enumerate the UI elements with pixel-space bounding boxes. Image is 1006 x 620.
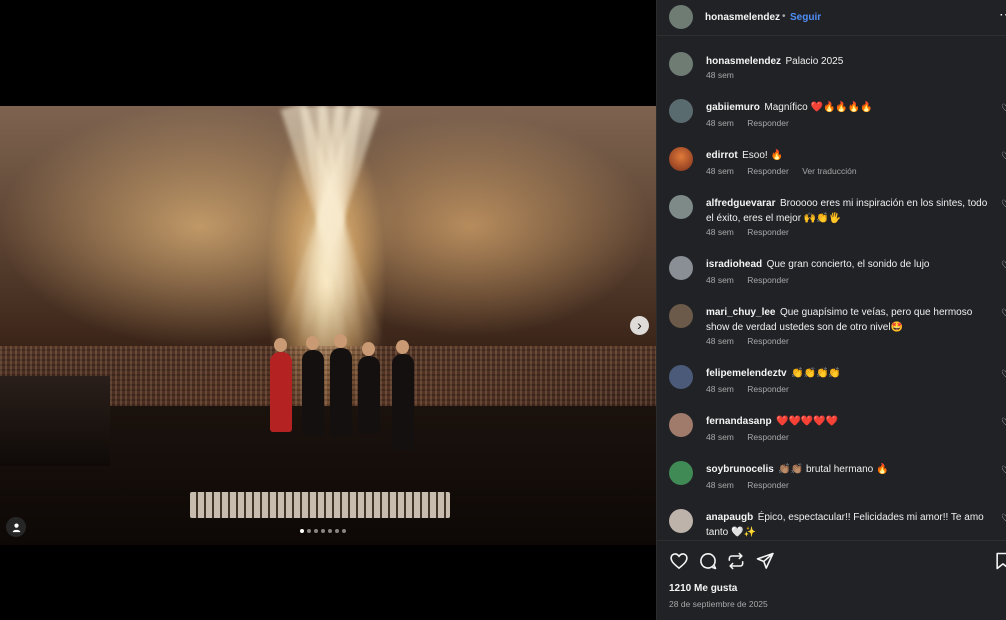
commenter-avatar[interactable] bbox=[669, 509, 693, 533]
heart-icon[interactable]: ♡ bbox=[1001, 309, 1006, 319]
comment-meta: 48 sem Responder bbox=[706, 432, 800, 442]
translate-link[interactable]: Ver traducción bbox=[802, 166, 856, 176]
heart-icon[interactable]: ♡ bbox=[1001, 261, 1006, 271]
caption-username[interactable]: honasmelendez bbox=[706, 56, 781, 67]
comment-meta: 48 sem Responder bbox=[706, 275, 800, 285]
heart-icon[interactable]: ♡ bbox=[1001, 466, 1006, 476]
band-member bbox=[270, 338, 292, 432]
band-member bbox=[392, 340, 414, 450]
likes-count[interactable]: 1210 Me gusta bbox=[669, 583, 737, 594]
comment-username[interactable]: mari_chuy_lee bbox=[706, 307, 776, 318]
post-media: › bbox=[0, 0, 656, 620]
commenter-avatar[interactable] bbox=[669, 365, 693, 389]
comment-time: 48 sem bbox=[706, 480, 734, 490]
carousel-dot bbox=[314, 529, 318, 533]
comment-text: 👏🏽👏🏽 brutal hermano 🔥 bbox=[778, 464, 889, 475]
post-actions: 1210 Me gusta 28 de septiembre de 2025 bbox=[657, 540, 1006, 620]
share-icon[interactable] bbox=[755, 551, 775, 571]
commenter-avatar[interactable] bbox=[669, 461, 693, 485]
commenter-avatar[interactable] bbox=[669, 304, 693, 328]
commenter-avatar[interactable] bbox=[669, 147, 693, 171]
post-header: honasmelendez • Seguir ⋯ bbox=[657, 0, 1006, 36]
post-photo bbox=[0, 106, 656, 545]
carousel-dot bbox=[328, 529, 332, 533]
comment-text: Que gran concierto, el sonido de lujo bbox=[766, 259, 930, 270]
caption-text: Palacio 2025 bbox=[785, 56, 844, 67]
comment-text: 👏👏👏👏 bbox=[791, 368, 841, 379]
heart-icon[interactable]: ♡ bbox=[1001, 514, 1006, 524]
comment-meta: 48 sem Responder Ver traducción bbox=[706, 166, 868, 176]
heart-icon[interactable]: ♡ bbox=[1001, 104, 1006, 114]
reply-link[interactable]: Responder bbox=[747, 227, 789, 237]
comment-text: Magnífico ❤️🔥🔥🔥🔥 bbox=[764, 102, 873, 113]
author-username[interactable]: honasmelendez bbox=[705, 12, 780, 23]
comment-time: 48 sem bbox=[706, 275, 734, 285]
commenter-avatar[interactable] bbox=[669, 195, 693, 219]
keyboard-instrument bbox=[190, 492, 450, 518]
commenter-avatar[interactable] bbox=[669, 99, 693, 123]
band-member bbox=[302, 336, 324, 436]
reply-link[interactable]: Responder bbox=[747, 275, 789, 285]
next-photo-button[interactable]: › bbox=[630, 316, 649, 335]
comment-username[interactable]: isradiohead bbox=[706, 259, 762, 270]
carousel-dot bbox=[335, 529, 339, 533]
comment-username[interactable]: anapaugb bbox=[706, 512, 753, 523]
heart-icon[interactable]: ♡ bbox=[1001, 200, 1006, 210]
author-avatar[interactable] bbox=[669, 52, 693, 76]
commenter-avatar[interactable] bbox=[669, 413, 693, 437]
heart-icon[interactable] bbox=[669, 551, 689, 571]
comment-icon[interactable] bbox=[698, 551, 718, 571]
comment-text: ❤️❤️❤️❤️❤️ bbox=[776, 416, 839, 427]
comment-meta: 48 sem Responder bbox=[706, 336, 800, 346]
reply-link[interactable]: Responder bbox=[747, 118, 789, 128]
comment-time: 48 sem bbox=[706, 118, 734, 128]
post-side-panel: honasmelendez • Seguir ⋯ honasmelendez P… bbox=[656, 0, 1006, 620]
follow-button[interactable]: Seguir bbox=[790, 12, 821, 23]
commenter-avatar[interactable] bbox=[669, 256, 693, 280]
comment-meta: 48 sem Responder bbox=[706, 227, 800, 237]
comment-meta: 48 sem Responder bbox=[706, 118, 800, 128]
more-options-icon[interactable]: ⋯ bbox=[999, 6, 1006, 23]
user-tag-icon bbox=[12, 523, 20, 532]
comment-time: 48 sem bbox=[706, 166, 734, 176]
comment-meta: 48 sem Responder bbox=[706, 384, 800, 394]
caption-meta: 48 sem bbox=[706, 70, 745, 80]
carousel-dot bbox=[300, 529, 304, 533]
carousel-dot bbox=[307, 529, 311, 533]
comment-time: 48 sem bbox=[706, 432, 734, 442]
band-member bbox=[358, 342, 380, 434]
heart-icon[interactable]: ♡ bbox=[1001, 152, 1006, 162]
comment-time: 48 sem bbox=[706, 384, 734, 394]
comment-meta: 48 sem Responder bbox=[706, 480, 800, 490]
equipment-rig bbox=[0, 376, 110, 466]
carousel-indicator bbox=[300, 529, 346, 533]
comment-username[interactable]: soybrunocelis bbox=[706, 464, 774, 475]
bookmark-icon[interactable] bbox=[993, 551, 1006, 571]
comment-username[interactable]: fernandasanp bbox=[706, 416, 772, 427]
heart-icon[interactable]: ♡ bbox=[1001, 370, 1006, 380]
comment-username[interactable]: edirrot bbox=[706, 150, 738, 161]
caption-time: 48 sem bbox=[706, 70, 734, 80]
carousel-dot bbox=[342, 529, 346, 533]
reply-link[interactable]: Responder bbox=[747, 432, 789, 442]
reply-link[interactable]: Responder bbox=[747, 166, 789, 176]
band-member bbox=[330, 334, 352, 436]
heart-icon[interactable]: ♡ bbox=[1001, 418, 1006, 428]
author-avatar[interactable] bbox=[669, 5, 693, 29]
post-date: 28 de septiembre de 2025 bbox=[669, 599, 768, 609]
header-separator: • bbox=[782, 11, 786, 22]
reply-link[interactable]: Responder bbox=[747, 336, 789, 346]
comment-username[interactable]: felipemelendeztv bbox=[706, 368, 787, 379]
comment-username[interactable]: gabiiemuro bbox=[706, 102, 760, 113]
chevron-right-icon: › bbox=[637, 317, 642, 333]
user-tags-button[interactable] bbox=[6, 517, 26, 537]
comment-username[interactable]: alfredguevarar bbox=[706, 198, 775, 209]
repost-icon[interactable] bbox=[726, 551, 746, 571]
reply-link[interactable]: Responder bbox=[747, 384, 789, 394]
comment-time: 48 sem bbox=[706, 336, 734, 346]
carousel-dot bbox=[321, 529, 325, 533]
comment-text: Esoo! 🔥 bbox=[742, 150, 783, 161]
comment-time: 48 sem bbox=[706, 227, 734, 237]
reply-link[interactable]: Responder bbox=[747, 480, 789, 490]
